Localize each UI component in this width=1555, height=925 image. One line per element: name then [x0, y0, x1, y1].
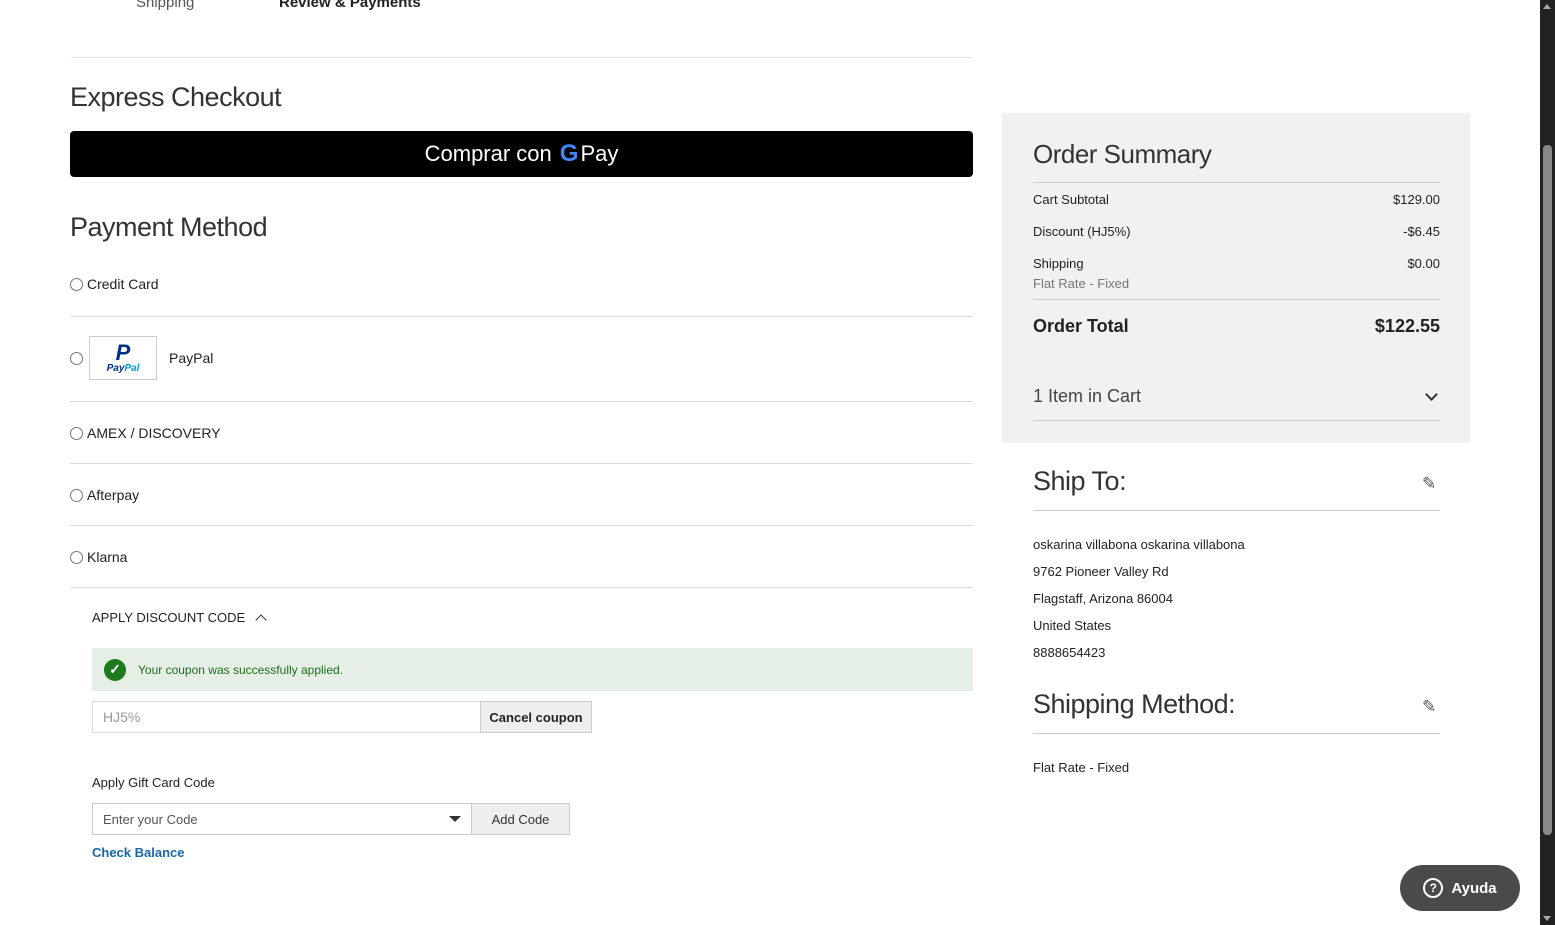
credit-card-label: Credit Card	[87, 276, 159, 292]
payment-option-klarna[interactable]: Klarna	[70, 526, 973, 588]
shipping-method-value: Flat Rate - Fixed	[1033, 760, 1130, 775]
add-code-button[interactable]: Add Code	[471, 803, 570, 835]
google-g-icon: G	[559, 140, 579, 167]
check-balance-link[interactable]: Check Balance	[92, 845, 185, 860]
gift-code-select[interactable]: Enter your Code	[92, 803, 472, 835]
payment-method-title: Payment Method	[70, 212, 268, 242]
gift-card-label: Apply Gift Card Code	[92, 775, 215, 790]
caret-down-icon	[449, 816, 461, 822]
ship-to-phone[interactable]: 8888654423	[1033, 645, 1105, 660]
subtotal-row: Cart Subtotal $129.00	[1033, 192, 1440, 207]
radio-klarna[interactable]	[70, 550, 83, 564]
radio-credit-card[interactable]	[70, 277, 83, 291]
checkout-steps: Shipping Review & Payments	[70, 0, 973, 58]
edit-ship-to-pencil-icon[interactable]: ✎	[1422, 474, 1436, 494]
items-in-cart-toggle[interactable]: 1 Item in Cart	[1033, 386, 1440, 407]
help-button[interactable]: ? Ayuda	[1400, 865, 1520, 911]
cancel-coupon-button[interactable]: Cancel coupon	[480, 701, 592, 733]
divider	[1033, 510, 1440, 511]
question-icon: ?	[1423, 878, 1444, 898]
radio-paypal[interactable]	[70, 351, 83, 365]
ship-to-street: 9762 Pioneer Valley Rd	[1033, 564, 1169, 579]
payment-option-credit-card[interactable]: Credit Card	[70, 276, 973, 317]
payment-option-afterpay[interactable]: Afterpay	[70, 464, 973, 526]
check-circle-icon: ✓	[104, 658, 126, 681]
afterpay-label: Afterpay	[87, 487, 140, 503]
discount-code-input[interactable]	[92, 701, 481, 733]
ship-to-city: Flagstaff, Arizona 86004	[1033, 591, 1173, 606]
divider	[1033, 299, 1440, 300]
google-pay-button[interactable]: Comprar con G Pay	[70, 131, 973, 177]
order-total-row: Order Total $122.55	[1033, 316, 1440, 336]
help-label: Ayuda	[1451, 879, 1497, 897]
discount-value: -$6.45	[1403, 224, 1440, 239]
page-scrollbar[interactable]	[1540, 0, 1555, 925]
shipping-value: $0.00	[1407, 256, 1440, 271]
chevron-down-icon	[1425, 388, 1438, 401]
discount-row: Discount (HJ5%) -$6.45	[1033, 224, 1440, 239]
step-shipping[interactable]: Shipping	[136, 0, 194, 11]
subtotal-value: $129.00	[1393, 192, 1440, 207]
chevron-up-icon	[255, 613, 267, 626]
ship-to-country: United States	[1033, 618, 1112, 633]
divider	[1033, 182, 1440, 183]
ship-to-name: oskarina villabona oskarina villabona	[1033, 537, 1245, 552]
order-total-value: $122.55	[1374, 316, 1440, 336]
apply-discount-toggle[interactable]: APPLY DISCOUNT CODE	[92, 610, 267, 626]
divider	[1033, 420, 1440, 421]
scroll-up-icon[interactable]	[1543, 4, 1551, 9]
edit-shipping-method-pencil-icon[interactable]: ✎	[1422, 697, 1436, 717]
paypal-logo: P PayPal	[89, 336, 157, 380]
divider	[1033, 733, 1440, 734]
express-checkout-title: Express Checkout	[70, 82, 282, 112]
shipping-method-sub: Flat Rate - Fixed	[1033, 276, 1130, 291]
shipping-method-title: Shipping Method:	[1033, 689, 1236, 719]
payment-option-amex[interactable]: AMEX / DISCOVERY	[70, 402, 973, 464]
amex-label: AMEX / DISCOVERY	[87, 425, 221, 441]
paypal-label: PayPal	[169, 350, 214, 366]
shipping-row: Shipping $0.00	[1033, 256, 1440, 271]
gpay-label: Comprar con	[424, 141, 552, 166]
radio-amex[interactable]	[70, 426, 83, 440]
gpay-pay-text: Pay	[580, 141, 619, 166]
radio-afterpay[interactable]	[70, 488, 83, 502]
coupon-success-message: ✓ Your coupon was successfully applied.	[92, 648, 973, 691]
gift-code-placeholder: Enter your Code	[103, 811, 198, 827]
success-text: Your coupon was successfully applied.	[138, 662, 344, 677]
klarna-label: Klarna	[87, 549, 128, 565]
order-summary-title: Order Summary	[1033, 139, 1212, 169]
ship-to-title: Ship To:	[1033, 466, 1127, 496]
step-review-payments[interactable]: Review & Payments	[279, 0, 421, 11]
order-summary: Order Summary Cart Subtotal $129.00 Disco…	[1002, 113, 1470, 443]
scrollbar-thumb[interactable]	[1543, 145, 1552, 835]
discount-header-label: APPLY DISCOUNT CODE	[92, 610, 246, 625]
payment-option-paypal[interactable]: P PayPal PayPal	[70, 317, 973, 402]
scroll-down-icon[interactable]	[1543, 916, 1551, 921]
